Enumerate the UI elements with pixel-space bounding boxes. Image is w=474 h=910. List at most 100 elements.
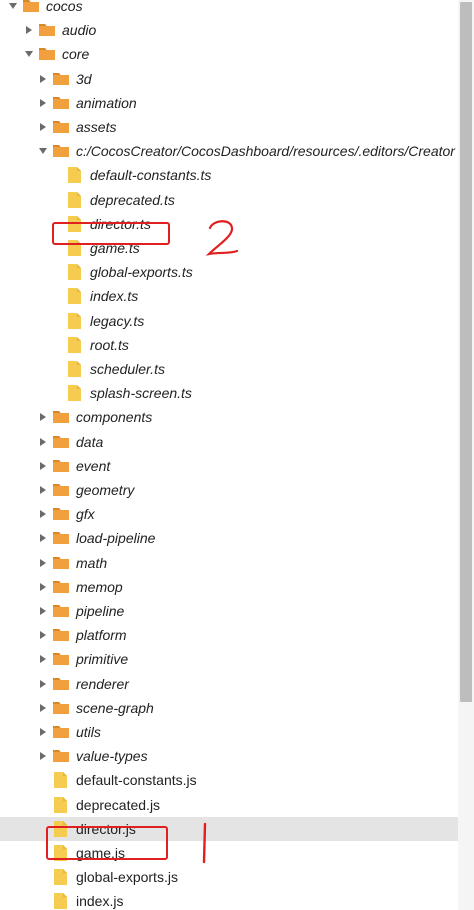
chevron-right-icon[interactable] [38,533,48,543]
tree-label: legacy.ts [90,312,145,329]
chevron-right-icon[interactable] [38,679,48,689]
tree-row-renderer[interactable]: renderer [0,672,458,696]
tree-label: geometry [76,482,135,498]
folder-icon [52,602,70,620]
tree-label: index.js [76,893,124,910]
chevron-right-icon[interactable] [38,122,48,132]
tree-row-pipeline[interactable]: pipeline [0,599,458,623]
folder-icon [52,94,70,112]
tree-row-c-cocoscreator-cocosdashboard-resources-editors-creator[interactable]: c:/CocosCreator/CocosDashboard/resources… [0,139,458,163]
annotation-number-mark [205,218,241,265]
file-icon [52,868,70,886]
tree-row-index-ts[interactable]: index.ts [0,284,458,308]
chevron-right-icon[interactable] [24,25,34,35]
tree-label: components [76,409,153,426]
tree-row-index-js[interactable]: index.js [0,889,458,910]
tree-row-platform[interactable]: platform [0,623,458,647]
chevron-down-icon[interactable] [38,146,48,156]
tree-row-global-exports-js[interactable]: global-exports.js [0,865,458,889]
folder-icon [52,650,70,668]
chevron-right-icon[interactable] [38,703,48,713]
vertical-scrollbar[interactable] [458,0,474,910]
chevron-right-icon[interactable] [38,74,48,84]
tree-row-load-pipeline[interactable]: load-pipeline [0,526,458,550]
chevron-right-icon[interactable] [38,751,48,761]
chevron-right-icon[interactable] [38,727,48,737]
tree-row-scheduler-ts[interactable]: scheduler.ts [0,357,458,381]
file-icon [66,336,84,354]
scrollbar-thumb[interactable] [460,2,472,702]
folder-icon [52,433,70,451]
tree-row-data[interactable]: data [0,430,458,454]
folder-icon [52,675,70,693]
tree-label: gfx [76,506,95,523]
folder-icon [52,578,70,596]
tree-row-default-constants-js[interactable]: default-constants.js [0,768,458,792]
chevron-right-icon[interactable] [38,412,48,422]
annotation-bar-mark [200,822,210,869]
tree-row-assets[interactable]: assets [0,115,458,139]
chevron-down-icon[interactable] [24,49,34,59]
tree-row-cocos[interactable]: cocos [0,0,458,18]
file-tree: cocos audio core 3d animation assets c:/CocosC… [0,0,458,910]
tree-row-core[interactable]: core [0,42,458,66]
chevron-right-icon[interactable] [38,630,48,640]
tree-row-legacy-ts[interactable]: legacy.ts [0,309,458,333]
file-icon [66,166,84,184]
chevron-right-icon[interactable] [38,654,48,664]
tree-row-event[interactable]: event [0,454,458,478]
file-icon [66,287,84,305]
tree-label: global-exports.js [76,869,178,886]
tree-label: global-exports.ts [90,264,193,281]
tree-label: scheduler.ts [90,361,165,377]
tree-row-utils[interactable]: utils [0,720,458,744]
tree-row-value-types[interactable]: value-types [0,744,458,768]
tree-label: core [62,46,90,63]
chevron-right-icon[interactable] [38,98,48,108]
chevron-right-icon[interactable] [38,461,48,471]
folder-icon [52,142,70,160]
tree-row-root-ts[interactable]: root.ts [0,333,458,357]
chevron-right-icon[interactable] [38,485,48,495]
chevron-right-icon[interactable] [38,437,48,447]
tree-label: assets [76,119,117,135]
chevron-right-icon[interactable] [38,582,48,592]
tree-row-memop[interactable]: memop [0,575,458,599]
tree-label: pipeline [76,603,125,619]
tree-row-deprecated-js[interactable]: deprecated.js [0,793,458,817]
tree-row-deprecated-ts[interactable]: deprecated.ts [0,188,458,212]
tree-label: scene-graph [76,699,154,716]
tree-label: utils [76,724,101,740]
chevron-right-icon[interactable] [38,606,48,616]
folder-icon [52,481,70,499]
tree-row-animation[interactable]: animation [0,91,458,115]
chevron-down-icon[interactable] [8,1,18,11]
tree-label: memop [76,578,123,595]
tree-label: index.ts [90,288,139,305]
tree-label: value-types [76,748,148,765]
file-icon [66,191,84,209]
tree-row-math[interactable]: math [0,551,458,575]
tree-label: renderer [76,675,129,692]
tree-label: platform [76,627,127,644]
tree-label: c:/CocosCreator/CocosDashboard/resources… [76,143,455,160]
tree-label: deprecated.js [76,796,161,813]
tree-row-audio[interactable]: audio [0,18,458,42]
file-icon [66,263,84,281]
folder-icon [52,699,70,717]
folder-icon [38,21,56,39]
chevron-right-icon[interactable] [38,558,48,568]
tree-row-components[interactable]: components [0,405,458,429]
tree-row-default-constants-ts[interactable]: default-constants.ts [0,163,458,187]
tree-row-scene-graph[interactable]: scene-graph [0,696,458,720]
tree-row-geometry[interactable]: geometry [0,478,458,502]
annotation-box-director-js [46,826,168,860]
tree-row-primitive[interactable]: primitive [0,647,458,671]
tree-label: audio [62,22,97,39]
tree-label: load-pipeline [76,530,156,547]
folder-icon [52,70,70,88]
tree-row-gfx[interactable]: gfx [0,502,458,526]
chevron-right-icon[interactable] [38,509,48,519]
tree-row-3d[interactable]: 3d [0,67,458,91]
tree-row-splash-screen-ts[interactable]: splash-screen.ts [0,381,458,405]
